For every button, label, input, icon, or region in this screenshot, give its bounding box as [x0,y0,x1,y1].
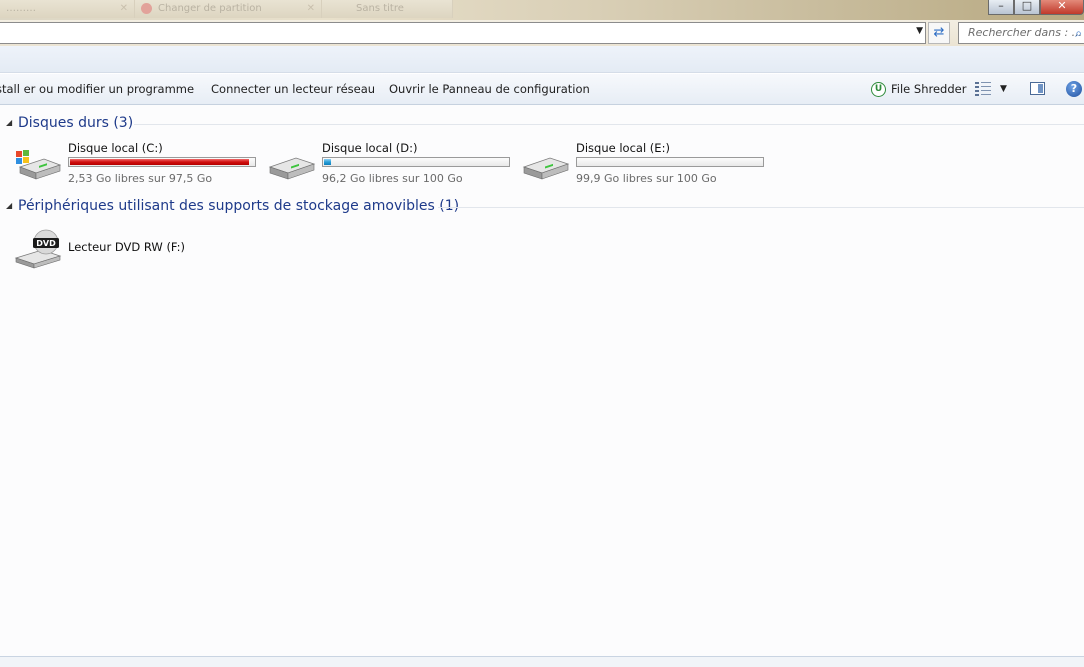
collapse-group-icon[interactable]: ◢ [6,118,12,127]
group-header-removable[interactable]: ◢ Périphériques utilisant des supports d… [0,198,1084,216]
drive-usage-bar [576,157,764,167]
browser-tab-strip: ……… ✕ Changer de partition ✕ Sans titre … [0,0,1084,20]
search-input[interactable]: Rechercher dans : ... ⌕ [958,22,1084,44]
address-dropdown-icon[interactable]: ▼ [916,26,923,36]
drive-name: Disque local (D:) [322,141,418,155]
group-title-removable: Périphériques utilisant des supports de … [18,198,460,214]
drive-name: Lecteur DVD RW (F:) [68,240,186,254]
view-options-dropdown-icon[interactable]: ▼ [1000,74,1007,104]
search-icon[interactable]: ⌕ [1075,23,1082,43]
open-control-panel-button[interactable]: Ouvrir le Panneau de configuration [389,74,590,104]
group-divider [438,207,1084,208]
file-shredder-button[interactable]: U File Shredder [871,74,966,104]
drive-usage-fill [70,159,249,165]
drive-item-f[interactable]: DVD Lecteur DVD RW (F:) [14,229,214,282]
command-bar: stall er ou modifier un programme Connec… [0,73,1084,105]
menu-band [0,46,1084,73]
drive-item-c[interactable]: Disque local (C:) 2,53 Go libres sur 97,… [14,141,264,185]
collapse-group-icon[interactable]: ◢ [6,201,12,210]
group-divider [134,124,1084,125]
file-shredder-label: File Shredder [891,82,967,96]
drive-free-space: 96,2 Go libres sur 100 Go [322,172,463,185]
drive-item-d[interactable]: Disque local (D:) 96,2 Go libres sur 100… [268,141,518,185]
file-shredder-icon: U [871,82,886,97]
dvd-icon-label: DVD [36,239,56,248]
preview-pane-icon[interactable] [1030,82,1045,95]
favicon-icon [141,2,152,14]
tab-1[interactable]: ……… ✕ [0,0,135,18]
hard-drive-icon [522,157,570,180]
tab-1-label: ……… [6,3,36,14]
close-tab-icon[interactable]: ✕ [307,0,315,18]
drive-usage-bar [322,157,510,167]
drive-name: Disque local (C:) [68,141,163,155]
tab-3[interactable]: Sans titre [322,0,453,18]
close-window-button[interactable]: ✕ [1040,0,1084,15]
windows-drive-icon [16,150,62,180]
search-placeholder: Rechercher dans : ... [968,26,1083,39]
close-tab-icon[interactable]: ✕ [120,0,128,18]
status-bar [0,657,1084,667]
drive-usage-fill [324,159,331,165]
map-network-drive-button[interactable]: Connecter un lecteur réseau [211,74,375,104]
drive-free-space: 2,53 Go libres sur 97,5 Go [68,172,213,185]
tab-2-label: Changer de partition [158,3,262,14]
drive-item-e[interactable]: Disque local (E:) 99,9 Go libres sur 100… [522,141,772,185]
help-icon[interactable]: ? [1066,81,1082,97]
drive-usage-bar [68,157,256,167]
refresh-icon[interactable]: ⇄ [928,22,950,44]
address-row: ▼ ⇄ Rechercher dans : ... ⌕ [0,20,1084,46]
group-title-hard-disks: Disques durs (3) [18,115,134,131]
drive-name: Disque local (E:) [576,141,670,155]
address-bar[interactable]: ▼ [0,22,926,44]
window-controls: – □ ✕ [988,0,1084,15]
dvd-drive-icon: DVD [14,229,62,269]
maximize-button[interactable]: □ [1014,0,1040,15]
drive-free-space: 99,9 Go libres sur 100 Go [576,172,717,185]
tab-3-label: Sans titre [356,3,404,14]
tab-2[interactable]: Changer de partition ✕ [135,0,322,18]
install-program-button[interactable]: stall er ou modifier un programme [0,74,194,104]
group-header-hard-disks[interactable]: ◢ Disques durs (3) [0,115,1084,133]
minimize-button[interactable]: – [988,0,1014,15]
change-view-icon[interactable] [975,82,991,96]
hard-drive-icon [268,157,316,180]
